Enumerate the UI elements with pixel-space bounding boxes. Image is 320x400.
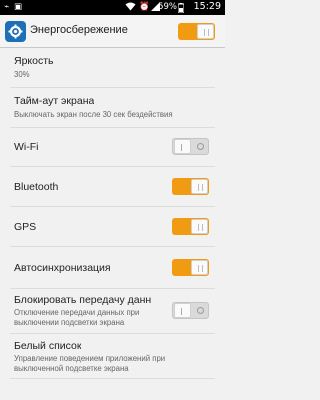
screenshot-icon: ▣ bbox=[14, 2, 23, 12]
gear-icon bbox=[5, 21, 26, 42]
divider bbox=[10, 378, 215, 379]
wifi-toggle[interactable] bbox=[172, 138, 209, 155]
action-bar: Энергосбережение bbox=[0, 15, 225, 48]
gps-toggle[interactable] bbox=[172, 218, 209, 235]
setting-title: Яркость bbox=[14, 55, 54, 67]
auto-sync-toggle[interactable] bbox=[172, 259, 209, 276]
setting-wifi[interactable]: Wi-Fi bbox=[0, 128, 225, 166]
clock: 15:29 bbox=[193, 1, 221, 12]
power-saving-toggle[interactable] bbox=[178, 23, 215, 40]
toggle-knob bbox=[191, 219, 208, 234]
setting-gps[interactable]: GPS bbox=[0, 207, 225, 246]
toggle-knob bbox=[191, 179, 208, 194]
toggle-knob bbox=[191, 260, 208, 275]
toggle-knob bbox=[174, 139, 191, 154]
usb-icon: ⌁ bbox=[4, 2, 10, 12]
alarm-icon: ⏰ bbox=[139, 2, 150, 12]
setting-title: Белый список bbox=[14, 340, 82, 352]
page-title: Энергосбережение bbox=[30, 24, 128, 36]
off-indicator-icon bbox=[197, 143, 204, 150]
block-data-toggle[interactable] bbox=[172, 302, 209, 319]
setting-title: GPS bbox=[14, 221, 37, 233]
setting-bluetooth[interactable]: Bluetooth bbox=[0, 167, 225, 206]
setting-block-data[interactable]: Блокировать передачу данн Отключение пер… bbox=[0, 289, 225, 333]
setting-white-list[interactable]: Белый список Управление поведением прило… bbox=[0, 334, 225, 378]
setting-title: Bluetooth bbox=[14, 181, 59, 193]
toggle-knob bbox=[197, 24, 214, 39]
setting-subtitle: Управление поведением приложений при вык… bbox=[14, 354, 166, 373]
status-bar: ⌁ ▣ ⏰ 59% 15:29 bbox=[0, 0, 225, 15]
setting-title: Блокировать передачу данн bbox=[14, 294, 152, 306]
bluetooth-toggle[interactable] bbox=[172, 178, 209, 195]
toggle-knob bbox=[174, 303, 191, 318]
setting-subtitle: 30% bbox=[14, 70, 30, 79]
setting-subtitle: Отключение передачи данных при выключени… bbox=[14, 308, 140, 327]
wifi-icon bbox=[125, 2, 136, 14]
setting-title: Автосинхронизация bbox=[14, 262, 111, 274]
setting-subtitle: Выключать экран после 30 сек бездействия bbox=[14, 110, 173, 119]
setting-brightness[interactable]: Яркость 30% bbox=[0, 49, 225, 86]
setting-auto-sync[interactable]: Автосинхронизация bbox=[0, 247, 225, 288]
off-indicator-icon bbox=[197, 307, 204, 314]
setting-title: Тайм-аут экрана bbox=[14, 95, 95, 107]
setting-screen-timeout[interactable]: Тайм-аут экрана Выключать экран после 30… bbox=[0, 88, 225, 130]
battery-percent: 59% bbox=[158, 2, 177, 12]
setting-title: Wi-Fi bbox=[14, 141, 39, 153]
